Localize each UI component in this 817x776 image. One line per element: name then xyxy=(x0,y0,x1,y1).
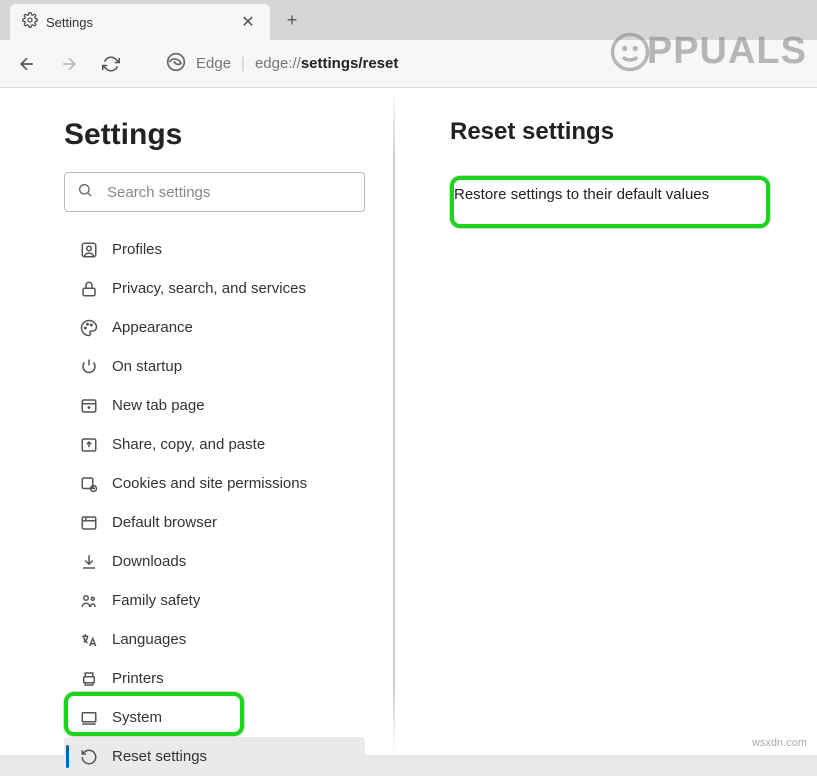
sidebar-item-label: New tab page xyxy=(112,397,205,414)
language-icon xyxy=(80,631,98,649)
main-content: Reset settings Restore settings to their… xyxy=(395,88,817,755)
sidebar-item-cookies[interactable]: Cookies and site permissions xyxy=(64,464,365,503)
sidebar-item-system[interactable]: System xyxy=(64,698,365,737)
sidebar-item-appearance[interactable]: Appearance xyxy=(64,308,365,347)
sidebar-item-label: On startup xyxy=(112,358,182,375)
gear-icon xyxy=(22,12,38,33)
edge-logo-icon xyxy=(166,52,186,76)
sidebar-item-languages[interactable]: Languages xyxy=(64,620,365,659)
sidebar-item-profiles[interactable]: Profiles xyxy=(64,230,365,269)
sidebar-item-share[interactable]: Share, copy, and paste xyxy=(64,425,365,464)
share-icon xyxy=(80,436,98,454)
sidebar-item-label: System xyxy=(112,709,162,726)
sidebar-item-label: Family safety xyxy=(112,592,200,609)
sidebar-item-label: Privacy, search, and services xyxy=(112,280,306,297)
sidebar-item-label: Downloads xyxy=(112,553,186,570)
sidebar-item-label: Printers xyxy=(112,670,164,687)
sidebar-item-printers[interactable]: Printers xyxy=(64,659,365,698)
address-prefix: Edge xyxy=(196,55,231,72)
new-tab-button[interactable]: + xyxy=(276,4,308,36)
power-icon xyxy=(80,358,98,376)
reset-icon xyxy=(80,748,98,766)
printer-icon xyxy=(80,670,98,688)
sidebar-item-privacy[interactable]: Privacy, search, and services xyxy=(64,269,365,308)
tab-title: Settings xyxy=(46,15,230,30)
sidebar-item-label: Languages xyxy=(112,631,186,648)
browser-icon xyxy=(80,514,98,532)
download-icon xyxy=(80,553,98,571)
refresh-button[interactable] xyxy=(92,45,130,83)
sidebar-item-label: Share, copy, and paste xyxy=(112,436,265,453)
back-button[interactable] xyxy=(8,45,46,83)
sidebar-item-default-browser[interactable]: Default browser xyxy=(64,503,365,542)
settings-sidebar: Settings Profiles Privacy, search, and s… xyxy=(0,88,395,755)
sidebar-item-label: Profiles xyxy=(112,241,162,258)
sidebar-item-reset[interactable]: Reset settings xyxy=(64,737,365,776)
forward-button[interactable] xyxy=(50,45,88,83)
family-icon xyxy=(80,592,98,610)
lock-icon xyxy=(80,280,98,298)
sidebar-item-label: Default browser xyxy=(112,514,217,531)
search-icon xyxy=(77,182,93,203)
browser-tab[interactable]: Settings ✕ xyxy=(10,4,270,40)
sidebar-item-label: Appearance xyxy=(112,319,193,336)
address-url: edge://settings/reset xyxy=(255,55,398,72)
permissions-icon xyxy=(80,475,98,493)
page-title: Settings xyxy=(64,118,365,152)
palette-icon xyxy=(80,319,98,337)
watermark-source: wsxdn.com xyxy=(752,737,807,749)
settings-nav: Profiles Privacy, search, and services A… xyxy=(64,230,365,776)
sidebar-item-family[interactable]: Family safety xyxy=(64,581,365,620)
address-separator: | xyxy=(241,55,245,72)
main-heading: Reset settings xyxy=(450,118,787,146)
watermark-logo: PPUALS xyxy=(609,30,807,73)
newtab-icon xyxy=(80,397,98,415)
search-input[interactable] xyxy=(107,184,352,201)
search-box[interactable] xyxy=(64,172,365,212)
system-icon xyxy=(80,709,98,727)
sidebar-item-label: Cookies and site permissions xyxy=(112,475,307,492)
profile-icon xyxy=(80,241,98,259)
close-icon[interactable]: ✕ xyxy=(238,12,258,32)
sidebar-item-startup[interactable]: On startup xyxy=(64,347,365,386)
sidebar-item-newtab[interactable]: New tab page xyxy=(64,386,365,425)
vertical-divider xyxy=(393,88,395,755)
sidebar-item-downloads[interactable]: Downloads xyxy=(64,542,365,581)
sidebar-item-label: Reset settings xyxy=(112,748,207,765)
restore-defaults-button[interactable]: Restore settings to their default values xyxy=(450,172,787,217)
